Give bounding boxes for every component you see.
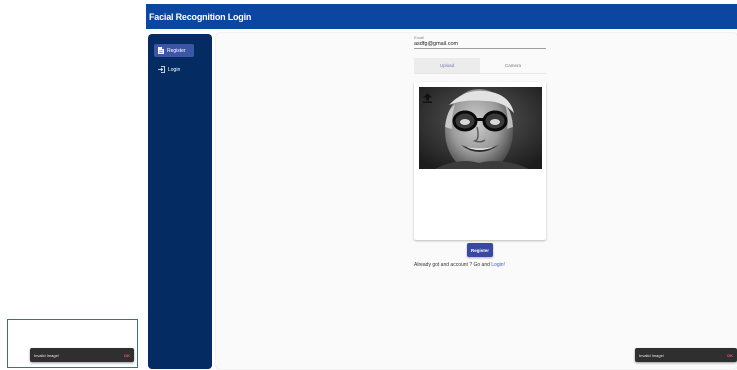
login-prompt-text: Already got and account ? Go and (414, 262, 490, 268)
login-link[interactable]: Login! (491, 262, 505, 268)
sidebar-item-login[interactable]: Login (154, 63, 194, 76)
login-prompt: Already got and account ? Go and Login! (414, 262, 505, 268)
toast-message: Invalid Image! (34, 352, 59, 358)
sidebar-item-register[interactable]: Register (154, 44, 194, 57)
email-field[interactable] (414, 40, 546, 49)
invalid-image-toast: Invalid Image! OK (30, 348, 134, 362)
register-button[interactable]: Register (467, 243, 493, 257)
sidebar-item-label: Register (167, 47, 186, 54)
upload-icon[interactable] (423, 90, 432, 108)
toast-ok-button[interactable]: OK (124, 353, 130, 358)
sidebar: Register Login (148, 34, 212, 369)
sidebar-item-label: Login (168, 66, 181, 73)
invalid-image-toast: Invalid Image! OK (635, 348, 737, 362)
tab-upload[interactable]: Upload (414, 58, 480, 73)
file-icon (158, 47, 164, 54)
toast-ok-button[interactable]: OK (727, 353, 733, 358)
app-title: Facial Recognition Login (149, 11, 252, 22)
toast-message: Invalid Image! (639, 352, 664, 358)
portrait-photo (419, 87, 542, 169)
app-title-bar: Facial Recognition Login (146, 4, 737, 29)
login-icon (158, 66, 165, 73)
capture-tabs: Upload Camera (414, 58, 546, 74)
tab-camera[interactable]: Camera (480, 58, 546, 73)
